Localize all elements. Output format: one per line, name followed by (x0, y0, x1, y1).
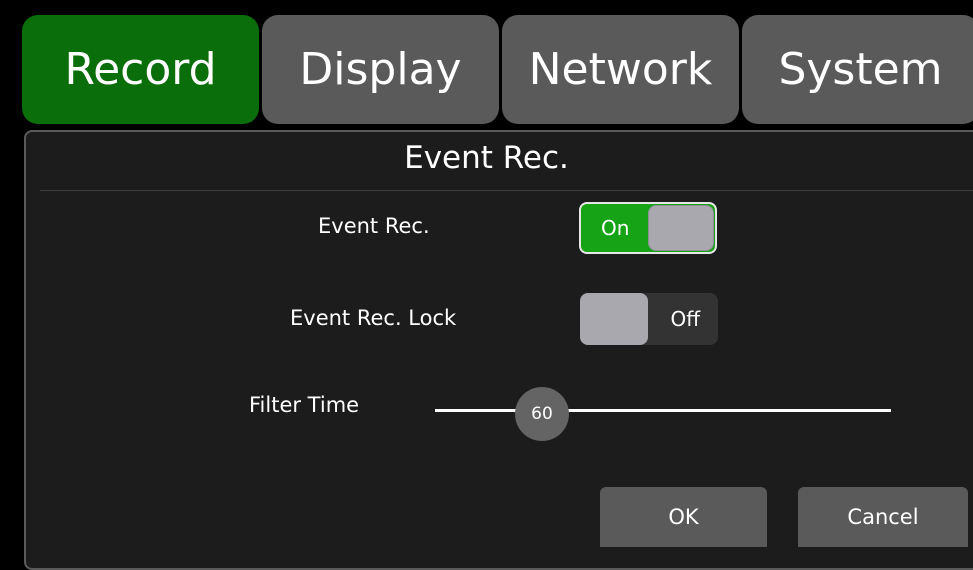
tab-system[interactable]: System (742, 15, 973, 124)
dialog-title: Event Rec. (404, 140, 569, 176)
settings-screen: Record Display Network System Event Rec.… (0, 0, 973, 570)
ok-button[interactable]: OK (600, 487, 767, 547)
event-rec-toggle-knob[interactable] (648, 205, 714, 251)
cancel-button[interactable]: Cancel (798, 487, 968, 547)
event-rec-lock-toggle-state: Off (670, 307, 700, 331)
filter-time-slider-track[interactable] (435, 409, 891, 412)
tab-display-label: Display (299, 44, 462, 95)
event-rec-lock-toggle-knob[interactable] (580, 293, 648, 345)
event-rec-lock-toggle[interactable]: Off (580, 293, 718, 345)
tab-record[interactable]: Record (22, 15, 259, 124)
tab-network[interactable]: Network (502, 15, 739, 124)
title-divider (40, 190, 973, 191)
tab-display[interactable]: Display (262, 15, 499, 124)
cancel-button-label: Cancel (847, 505, 919, 529)
ok-button-label: OK (668, 505, 699, 529)
tab-network-label: Network (528, 44, 713, 95)
event-rec-lock-label: Event Rec. Lock (290, 306, 457, 330)
event-rec-label: Event Rec. (318, 214, 430, 238)
event-rec-toggle-state: On (601, 216, 630, 240)
filter-time-value: 60 (531, 404, 553, 424)
filter-time-slider-thumb[interactable]: 60 (515, 387, 569, 441)
event-rec-toggle[interactable]: On (579, 202, 717, 254)
filter-time-label: Filter Time (249, 393, 360, 417)
tab-record-label: Record (64, 44, 217, 95)
tab-system-label: System (778, 44, 943, 95)
